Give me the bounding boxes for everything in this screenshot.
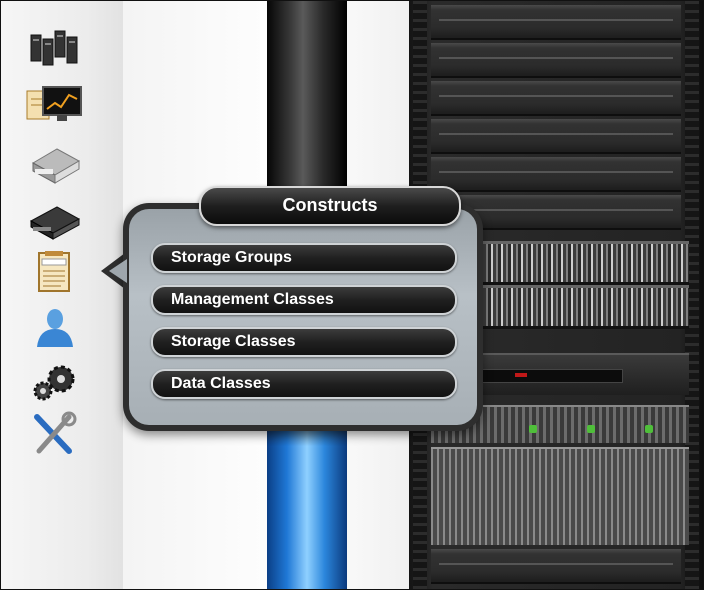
rack-blank-panel [431, 119, 681, 154]
rack-blank-panel [431, 5, 681, 40]
app-frame: Constructs Storage Groups Management Cla… [0, 0, 704, 590]
storage-system-icon[interactable] [23, 141, 85, 185]
menu-item-management-classes[interactable]: Management Classes [151, 285, 457, 315]
menu-item-label: Data Classes [171, 375, 271, 392]
monitoring-icon[interactable] [23, 81, 85, 125]
policies-icon[interactable] [23, 249, 85, 293]
rack-server-strip [461, 369, 623, 383]
popup-title-text: Constructs [282, 195, 378, 215]
status-led [645, 425, 653, 433]
rack-blank-panel [431, 81, 681, 116]
menu-item-label: Storage Groups [171, 249, 292, 266]
menu-item-label: Management Classes [171, 291, 334, 308]
tools-icon[interactable] [23, 411, 85, 455]
menu-item-storage-groups[interactable]: Storage Groups [151, 243, 457, 273]
menu-item-label: Storage Classes [171, 333, 296, 350]
popup-pointer-inner [109, 259, 127, 283]
user-icon[interactable] [23, 305, 85, 349]
navigation-rail [1, 1, 123, 589]
storage-device-icon[interactable] [23, 197, 85, 241]
rack-blank-panel [431, 549, 681, 584]
settings-gears-icon[interactable] [23, 359, 85, 403]
menu-item-storage-classes[interactable]: Storage Classes [151, 327, 457, 357]
popup-title: Constructs [199, 186, 461, 226]
status-led [587, 425, 595, 433]
status-led [529, 425, 537, 433]
status-led [515, 373, 527, 377]
decorative-tube-light [267, 421, 347, 589]
rack-server-unit [431, 447, 689, 545]
servers-icon[interactable] [23, 23, 85, 67]
menu-item-data-classes[interactable]: Data Classes [151, 369, 457, 399]
rack-blank-panel [431, 157, 681, 192]
rack-blank-panel [431, 43, 681, 78]
